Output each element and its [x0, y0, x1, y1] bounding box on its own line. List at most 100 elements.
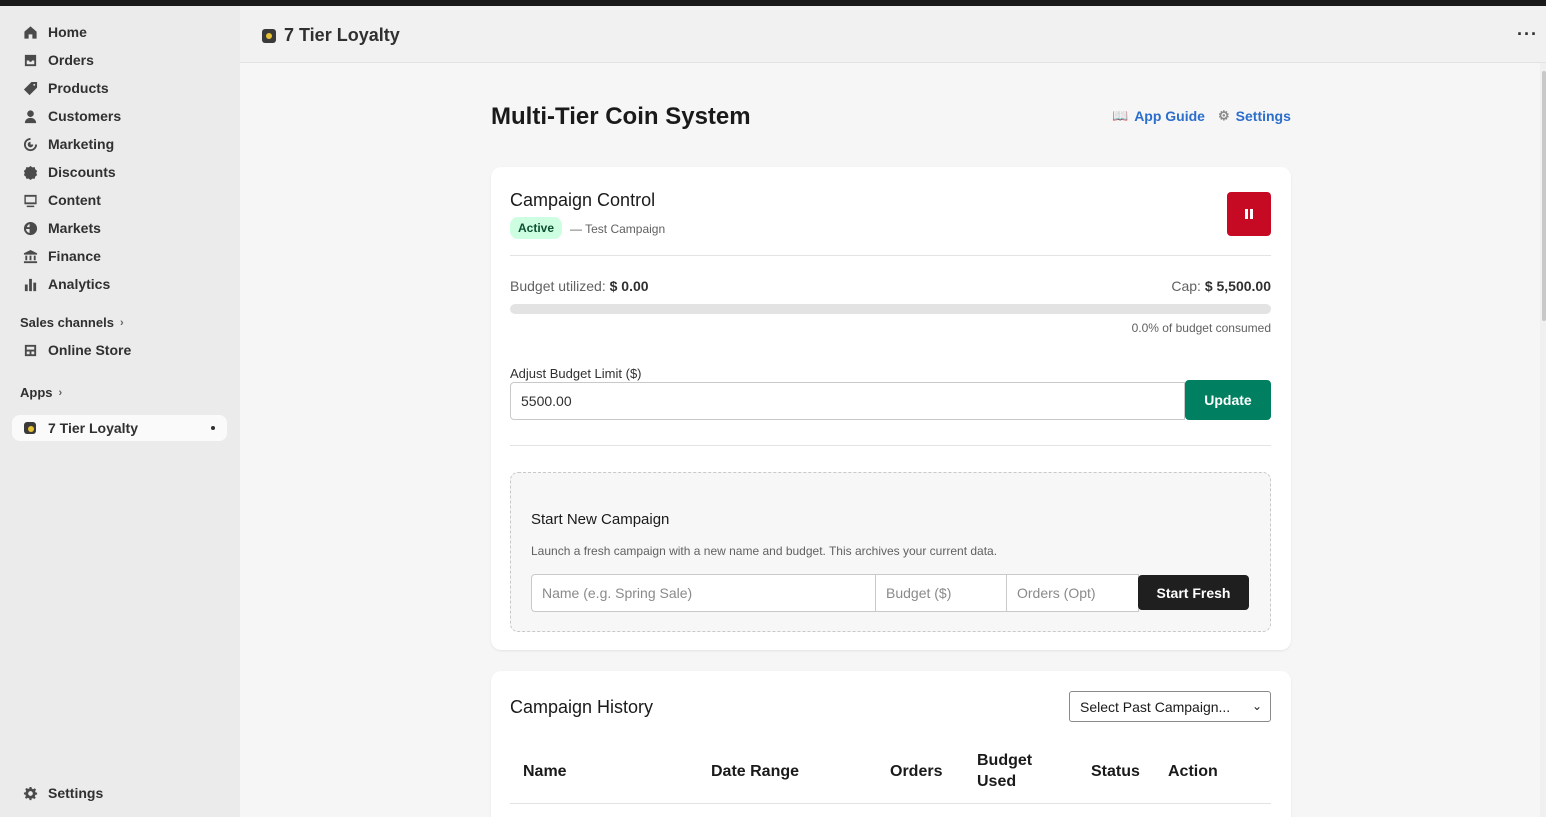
new-campaign-description: Launch a fresh campaign with a new name … — [531, 544, 998, 558]
sidebar-item-settings[interactable]: Settings — [12, 780, 227, 806]
app-title: 7 Tier Loyalty — [262, 25, 400, 46]
budget-progress-bar — [510, 304, 1271, 314]
main-content: Multi-Tier Coin System 📖 App Guide ⚙ Set… — [240, 63, 1546, 817]
settings-link[interactable]: ⚙ Settings — [1218, 108, 1291, 124]
app-logo-icon — [262, 28, 276, 43]
sidebar: Home Orders Products Customers Marketing… — [0, 6, 240, 817]
sidebar-item-content[interactable]: Content — [12, 187, 227, 213]
pause-icon — [1250, 209, 1253, 219]
content-icon — [22, 192, 38, 208]
sidebar-item-marketing[interactable]: Marketing — [12, 131, 227, 157]
gear-icon — [22, 785, 38, 801]
adjust-budget-label: Adjust Budget Limit ($) — [510, 366, 642, 381]
pin-dot-icon — [211, 426, 215, 430]
sidebar-item-markets[interactable]: Markets — [12, 215, 227, 241]
chevron-right-icon: › — [58, 386, 63, 399]
campaign-name: — Test Campaign — [570, 222, 666, 236]
campaign-orders-input[interactable]: Orders (Opt) — [1006, 574, 1139, 612]
campaign-control-title: Campaign Control — [510, 190, 656, 210]
budget-utilized-value: $ 0.00 — [609, 278, 649, 294]
budget-utilized: Budget utilized: $ 0.00 — [510, 278, 649, 294]
app-header: 7 Tier Loyalty ··· — [240, 6, 1546, 63]
sidebar-item-label: Finance — [48, 248, 101, 264]
settings-link-label: Settings — [1235, 108, 1291, 124]
column-header-name: Name — [523, 763, 567, 780]
divider — [510, 445, 1271, 446]
sidebar-item-label: Products — [48, 80, 109, 96]
scrollbar-thumb[interactable] — [1542, 71, 1546, 321]
pause-icon — [1245, 209, 1248, 219]
budget-utilized-label: Budget utilized: — [510, 278, 606, 294]
sidebar-item-label: Customers — [48, 108, 122, 124]
column-header-action: Action — [1168, 763, 1218, 780]
column-header-orders: Orders — [890, 763, 943, 780]
column-header-status: Status — [1091, 763, 1140, 780]
cap-value: $ 5,500.00 — [1204, 278, 1271, 294]
past-campaign-select-value: Select Past Campaign... — [1080, 698, 1231, 715]
sidebar-item-label: Markets — [48, 220, 101, 236]
pause-campaign-button[interactable] — [1227, 192, 1271, 236]
cap-label: Cap: — [1171, 278, 1201, 294]
scrollbar[interactable] — [1540, 63, 1546, 817]
sidebar-item-products[interactable]: Products — [12, 75, 227, 101]
campaign-budget-input[interactable]: Budget ($) — [875, 574, 1007, 612]
new-campaign-title: Start New Campaign — [531, 511, 670, 528]
bank-icon — [22, 248, 38, 264]
sidebar-item-orders[interactable]: Orders — [12, 47, 227, 73]
start-fresh-button[interactable]: Start Fresh — [1138, 575, 1249, 610]
app-guide-label: App Guide — [1134, 108, 1205, 124]
start-new-campaign-panel: Start New Campaign Launch a fresh campai… — [510, 472, 1271, 632]
column-header-date-range: Date Range — [711, 763, 800, 780]
sidebar-item-label: Marketing — [48, 136, 115, 152]
campaign-history-card: Campaign History Select Past Campaign...… — [491, 671, 1291, 817]
chevron-right-icon: › — [119, 316, 124, 329]
budget-limit-input[interactable]: 5500.00 — [510, 382, 1185, 420]
sidebar-item-home[interactable]: Home — [12, 19, 227, 45]
sidebar-item-label: Analytics — [48, 276, 111, 292]
sidebar-item-7-tier-loyalty[interactable]: 7 Tier Loyalty — [12, 415, 227, 441]
page-title: Multi-Tier Coin System — [491, 103, 751, 130]
campaign-control-card: Campaign Control Active — Test Campaign … — [491, 167, 1291, 650]
sidebar-item-customers[interactable]: Customers — [12, 103, 227, 129]
past-campaign-select[interactable]: Select Past Campaign... ⌄ — [1069, 691, 1271, 722]
sidebar-item-finance[interactable]: Finance — [12, 243, 227, 269]
sidebar-item-label: Settings — [48, 785, 104, 801]
book-icon: 📖 — [1112, 108, 1129, 123]
sidebar-item-label: Discounts — [48, 164, 116, 180]
sidebar-item-discounts[interactable]: Discounts — [12, 159, 227, 185]
home-icon — [22, 24, 38, 40]
app-guide-link[interactable]: 📖 App Guide — [1112, 108, 1205, 124]
sidebar-item-label: Content — [48, 192, 101, 208]
discount-icon — [22, 164, 38, 180]
progress-text: 0.0% of budget consumed — [1131, 321, 1271, 335]
app-title-text: 7 Tier Loyalty — [284, 25, 400, 45]
sidebar-item-analytics[interactable]: Analytics — [12, 271, 227, 297]
chevron-down-icon: ⌄ — [1251, 699, 1262, 713]
store-icon — [22, 342, 38, 358]
sidebar-item-label: Orders — [48, 52, 94, 68]
campaign-name-input[interactable]: Name (e.g. Spring Sale) — [531, 574, 876, 612]
tag-icon — [22, 80, 38, 96]
sales-channels-label: Sales channels — [20, 315, 114, 330]
app-logo-icon — [22, 420, 38, 436]
sidebar-item-label: Home — [48, 24, 87, 40]
divider — [510, 255, 1271, 256]
apps-label: Apps — [20, 385, 53, 400]
gear-icon: ⚙ — [1218, 108, 1230, 123]
status-badge: Active — [510, 217, 563, 239]
orders-icon — [22, 52, 38, 68]
sidebar-item-label: 7 Tier Loyalty — [48, 420, 139, 436]
table-header-divider — [510, 803, 1271, 804]
target-icon — [22, 136, 38, 152]
update-button[interactable]: Update — [1185, 380, 1271, 420]
more-actions-icon[interactable]: ··· — [1517, 24, 1538, 45]
person-icon — [22, 108, 38, 124]
budget-cap: Cap: $ 5,500.00 — [1171, 278, 1271, 294]
sidebar-item-label: Online Store — [48, 342, 132, 358]
bar-chart-icon — [22, 276, 38, 292]
globe-icon — [22, 220, 38, 236]
campaign-history-title: Campaign History — [510, 697, 654, 717]
sidebar-item-online-store[interactable]: Online Store — [12, 337, 227, 363]
apps-heading[interactable]: Apps › — [20, 385, 62, 400]
sales-channels-heading[interactable]: Sales channels › — [20, 315, 124, 330]
